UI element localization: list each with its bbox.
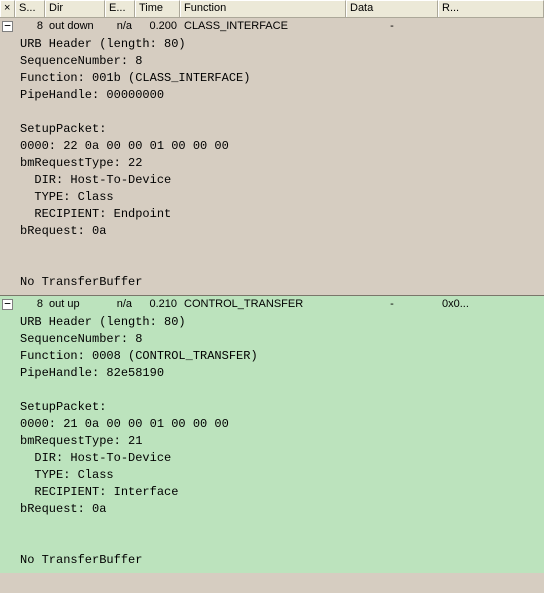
col-star[interactable]: × [0, 0, 15, 17]
col-seq[interactable]: S... [15, 0, 45, 17]
cell-func: CLASS_INTERFACE [180, 20, 346, 32]
collapse-icon[interactable] [2, 299, 13, 310]
packet-row-1: 8 out up n/a 0.210 CONTROL_TRANSFER - 0x… [0, 295, 544, 573]
col-err[interactable]: E... [105, 0, 135, 17]
cell-data: - [346, 20, 438, 32]
table-header: × S... Dir E... Time Function Data R... [0, 0, 544, 18]
col-raw[interactable]: R... [438, 0, 544, 17]
collapse-icon[interactable] [2, 21, 13, 32]
col-func[interactable]: Function [180, 0, 346, 17]
cell-dir: out down [45, 20, 105, 32]
col-time[interactable]: Time [135, 0, 180, 17]
packet-summary[interactable]: 8 out up n/a 0.210 CONTROL_TRANSFER - 0x… [0, 296, 544, 312]
cell-data: - [346, 298, 438, 310]
cell-time: 0.210 [135, 298, 180, 310]
cell-err: n/a [105, 20, 135, 32]
packet-details: URB Header (length: 80) SequenceNumber: … [0, 34, 544, 295]
cell-seq: 8 [15, 298, 45, 310]
packet-details: URB Header (length: 80) SequenceNumber: … [0, 312, 544, 573]
packet-summary[interactable]: 8 out down n/a 0.200 CLASS_INTERFACE - [0, 18, 544, 34]
cell-seq: 8 [15, 20, 45, 32]
cell-dir: out up [45, 298, 105, 310]
col-data[interactable]: Data [346, 0, 438, 17]
cell-err: n/a [105, 298, 135, 310]
packet-row-0: 8 out down n/a 0.200 CLASS_INTERFACE - U… [0, 18, 544, 295]
cell-time: 0.200 [135, 20, 180, 32]
cell-raw: 0x0... [438, 298, 544, 310]
cell-func: CONTROL_TRANSFER [180, 298, 346, 310]
col-dir[interactable]: Dir [45, 0, 105, 17]
